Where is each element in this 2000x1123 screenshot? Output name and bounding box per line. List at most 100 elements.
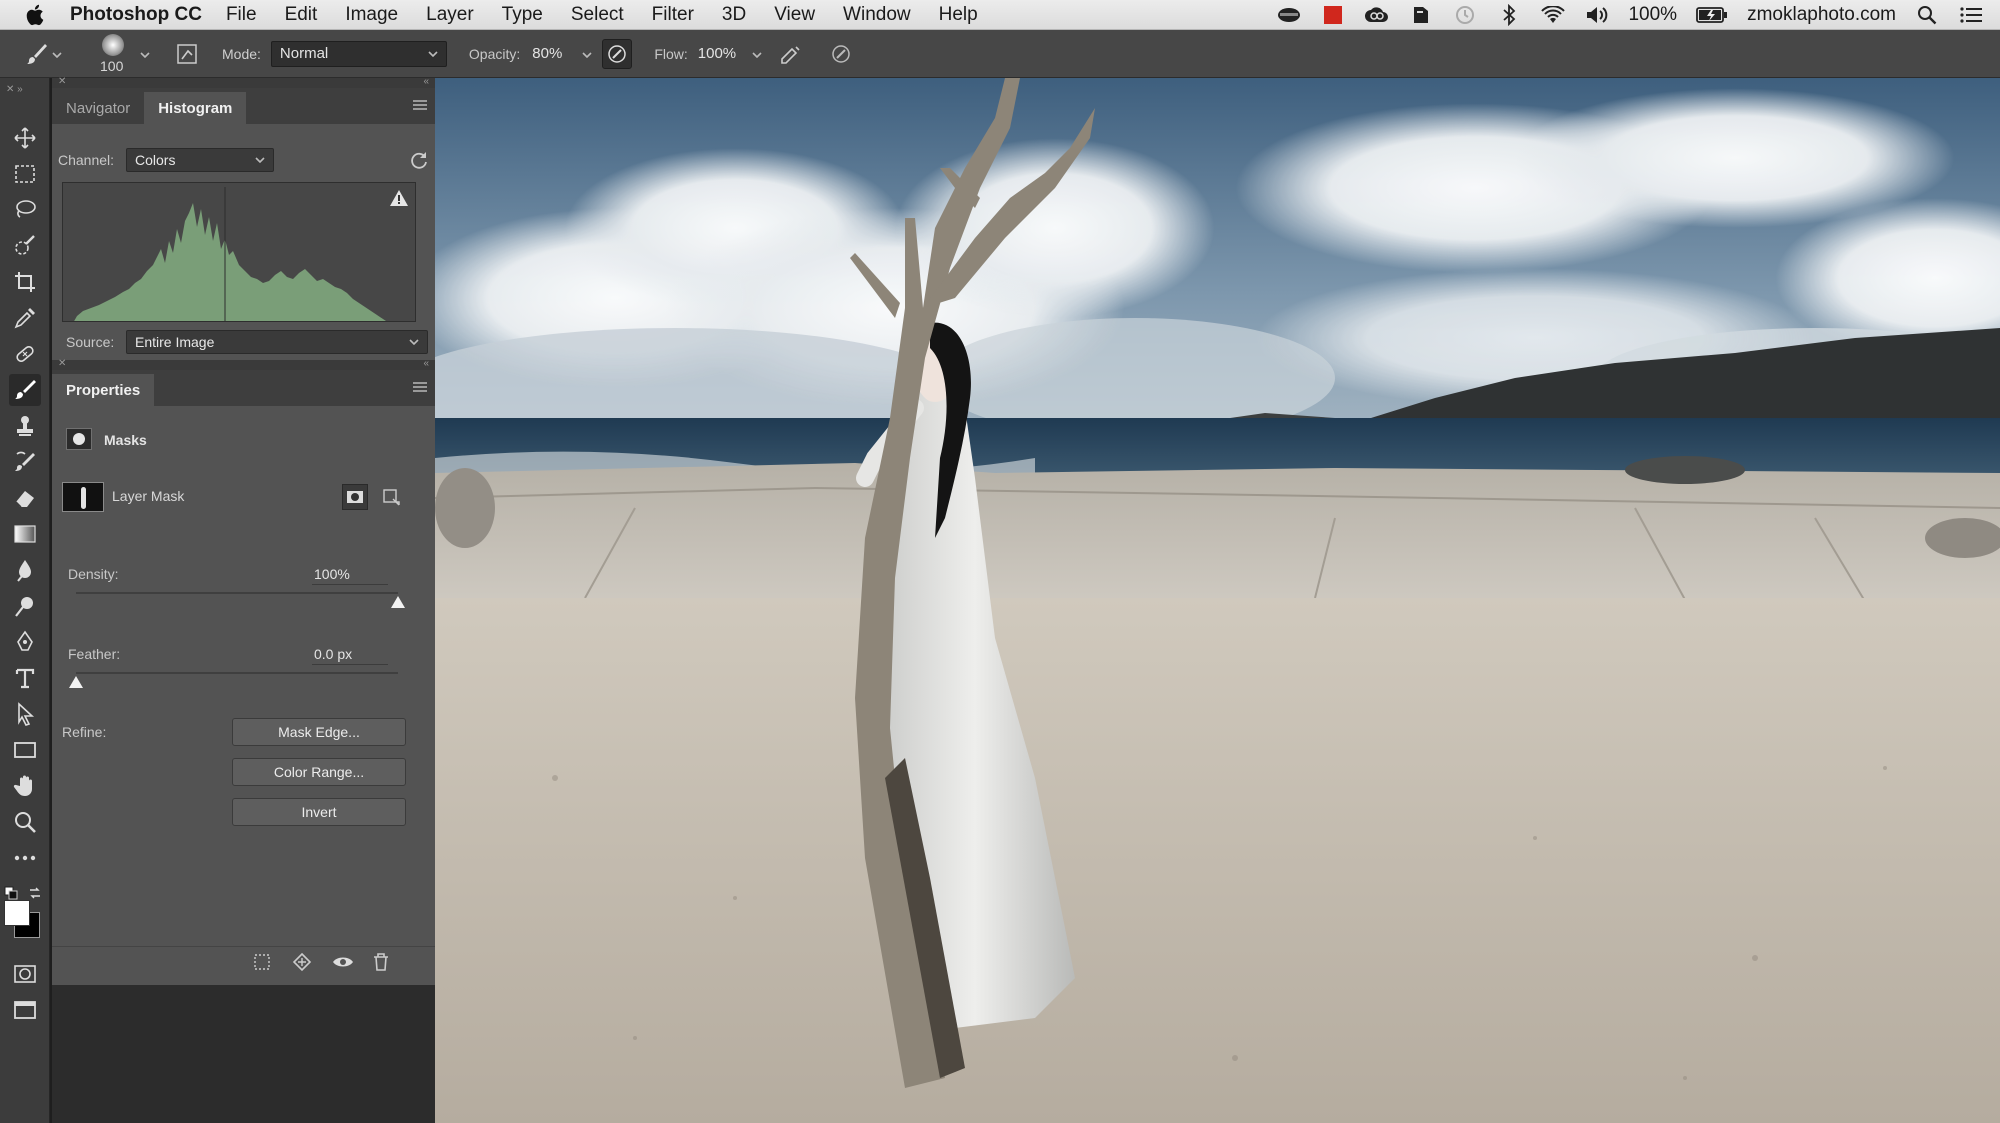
search-icon[interactable]: [1914, 4, 1940, 26]
time-machine-icon[interactable]: [1452, 4, 1478, 26]
screen-mode-icon[interactable]: [9, 994, 41, 1026]
color-range-button[interactable]: Color Range...: [232, 758, 406, 786]
menu-image[interactable]: Image: [345, 4, 398, 26]
chevron-down-icon[interactable]: [52, 45, 66, 62]
brush-size-picker[interactable]: 100: [88, 32, 140, 76]
flow-chevron-down-icon[interactable]: [752, 45, 762, 62]
airbrush-icon[interactable]: [776, 39, 806, 69]
clone-stamp-tool-icon[interactable]: [9, 410, 41, 442]
gradient-tool-icon[interactable]: [9, 518, 41, 550]
flow-value[interactable]: 100%: [698, 45, 736, 62]
mode-dropdown[interactable]: Normal: [270, 40, 447, 67]
feather-value-underline: [312, 664, 388, 665]
tab-navigator[interactable]: Navigator: [52, 92, 144, 124]
density-value[interactable]: 100%: [314, 566, 350, 582]
menu-view[interactable]: View: [774, 4, 815, 26]
apply-mask-icon[interactable]: [292, 952, 312, 977]
opacity-chevron-down-icon[interactable]: [582, 45, 592, 62]
record-extension-icon[interactable]: [1320, 4, 1346, 26]
healing-brush-tool-icon[interactable]: [9, 338, 41, 370]
menu-file[interactable]: File: [226, 4, 257, 26]
blur-tool-icon[interactable]: [9, 554, 41, 586]
eraser-tool-icon[interactable]: [9, 482, 41, 514]
crop-tool-icon[interactable]: [9, 266, 41, 298]
evernote-icon[interactable]: [1408, 4, 1434, 26]
brush-tip-icon: [102, 33, 124, 56]
close-icon[interactable]: ✕: [58, 358, 66, 369]
tab-properties[interactable]: Properties: [52, 374, 155, 406]
feather-slider-thumb[interactable]: [69, 676, 83, 688]
menu-type[interactable]: Type: [502, 4, 543, 26]
layer-mask-thumbnail[interactable]: [62, 482, 104, 512]
menu-layer[interactable]: Layer: [426, 4, 474, 26]
panel-menu-icon[interactable]: [413, 382, 427, 392]
mask-edge-button[interactable]: Mask Edge...: [232, 718, 406, 746]
density-slider-track[interactable]: [76, 592, 398, 594]
source-dropdown[interactable]: Entire Image: [126, 330, 428, 354]
collapse-icon[interactable]: «: [423, 358, 429, 369]
apple-icon[interactable]: [0, 4, 70, 26]
feather-value[interactable]: 0.0 px: [314, 646, 352, 662]
volume-icon[interactable]: [1584, 4, 1610, 26]
panel-drag-bar[interactable]: ✕ «: [52, 358, 435, 370]
foreground-color-swatch[interactable]: [4, 900, 30, 926]
brush-tool-icon[interactable]: [9, 374, 41, 406]
quick-mask-icon[interactable]: [9, 958, 41, 990]
zoom-tool-icon[interactable]: [9, 806, 41, 838]
opacity-value[interactable]: 80%: [532, 45, 562, 62]
brush-tool-preset-icon[interactable]: [22, 39, 52, 69]
rectangle-tool-icon[interactable]: [9, 734, 41, 766]
lasso-tool-icon[interactable]: [9, 194, 41, 226]
visibility-eye-icon[interactable]: [332, 952, 354, 977]
pen-tool-icon[interactable]: [9, 626, 41, 658]
list-icon[interactable]: [1958, 4, 1984, 26]
swap-colors-icon[interactable]: [28, 886, 42, 905]
menu-edit[interactable]: Edit: [285, 4, 318, 26]
path-selection-tool-icon[interactable]: [9, 698, 41, 730]
document-canvas[interactable]: [435, 78, 2000, 1123]
feather-slider-track[interactable]: [76, 672, 398, 674]
wifi-icon[interactable]: [1540, 4, 1566, 26]
eyedropper-tool-icon[interactable]: [9, 302, 41, 334]
delete-mask-icon[interactable]: [372, 952, 390, 977]
density-slider-thumb[interactable]: [391, 596, 405, 608]
panel-menu-icon[interactable]: [413, 100, 427, 110]
select-pixel-mask-icon[interactable]: [342, 484, 368, 510]
type-tool-icon[interactable]: [9, 662, 41, 694]
hand-tool-icon[interactable]: [9, 770, 41, 802]
refresh-icon[interactable]: [409, 150, 429, 175]
properties-panel-header: Properties: [52, 370, 435, 406]
mask-extension-icon[interactable]: [1276, 4, 1302, 26]
more-tools-icon[interactable]: [9, 842, 41, 874]
quick-selection-tool-icon[interactable]: [9, 230, 41, 262]
bluetooth-icon[interactable]: [1496, 4, 1522, 26]
marquee-tool-icon[interactable]: [9, 158, 41, 190]
pressure-size-icon[interactable]: [826, 39, 856, 69]
move-tool-icon[interactable]: [9, 122, 41, 154]
collapse-icon[interactable]: «: [423, 76, 429, 87]
menu-window[interactable]: Window: [843, 4, 911, 26]
channel-dropdown[interactable]: Colors: [126, 148, 274, 172]
tools-collapse-icon[interactable]: ✕ »: [6, 84, 23, 95]
add-vector-mask-icon[interactable]: [378, 484, 404, 510]
chevron-down-icon[interactable]: [140, 45, 154, 62]
creative-cloud-icon[interactable]: [1364, 4, 1390, 26]
panel-drag-bar[interactable]: ✕ «: [52, 76, 435, 88]
pressure-opacity-icon[interactable]: [602, 38, 633, 69]
opacity-label: Opacity:: [468, 45, 521, 62]
menu-help[interactable]: Help: [939, 4, 978, 26]
dodge-tool-icon[interactable]: [9, 590, 41, 622]
tab-histogram[interactable]: Histogram: [144, 92, 247, 124]
brush-panel-toggle-icon[interactable]: [172, 39, 202, 69]
menu-bar: Photoshop CC File Edit Image Layer Type …: [0, 0, 2000, 30]
invert-button[interactable]: Invert: [232, 798, 406, 826]
warning-icon[interactable]: [389, 189, 409, 212]
menu-select[interactable]: Select: [571, 4, 624, 26]
history-brush-tool-icon[interactable]: [9, 446, 41, 478]
menu-3d[interactable]: 3D: [722, 4, 746, 26]
menu-filter[interactable]: Filter: [652, 4, 694, 26]
load-selection-icon[interactable]: [252, 952, 272, 977]
close-icon[interactable]: ✕: [58, 76, 66, 87]
app-name-menu[interactable]: Photoshop CC: [70, 4, 202, 26]
battery-icon[interactable]: [1695, 4, 1729, 26]
